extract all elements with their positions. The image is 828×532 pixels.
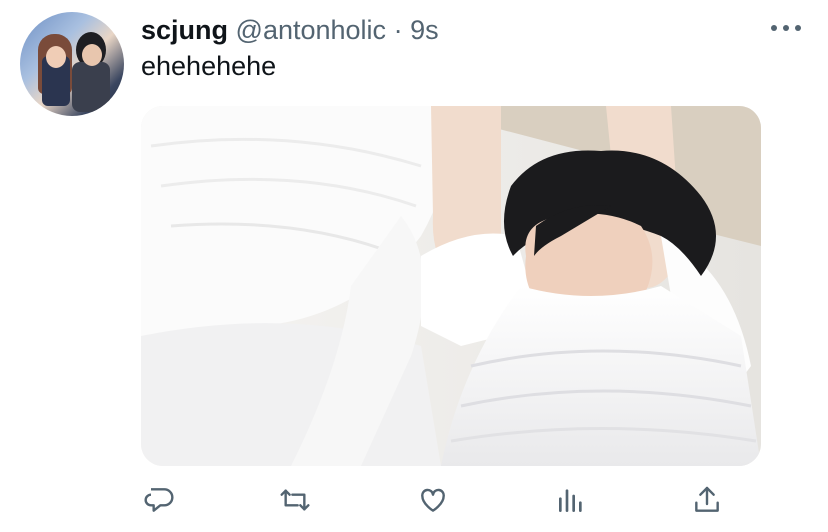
- tweet-header: scjung @antonholic · 9s: [141, 14, 439, 46]
- tweet-media-image[interactable]: [141, 106, 761, 466]
- tweet-text: ehehehehe: [141, 51, 277, 81]
- avatar-figure-body: [72, 62, 110, 112]
- avatar-face: [82, 44, 102, 66]
- timestamp[interactable]: 9s: [410, 15, 439, 45]
- retweet-icon[interactable]: [277, 482, 313, 518]
- reply-icon[interactable]: [141, 482, 177, 518]
- share-icon[interactable]: [689, 482, 725, 518]
- like-icon[interactable]: [415, 482, 451, 518]
- user-handle[interactable]: @antonholic: [236, 15, 387, 45]
- display-name[interactable]: scjung: [141, 15, 228, 45]
- analytics-icon[interactable]: [553, 482, 589, 518]
- tweet-actions: [141, 482, 761, 518]
- avatar-face: [46, 46, 66, 68]
- separator: ·: [393, 15, 403, 45]
- avatar[interactable]: [20, 12, 124, 116]
- more-horizontal-icon[interactable]: [771, 18, 801, 38]
- bed-photo: [141, 106, 761, 466]
